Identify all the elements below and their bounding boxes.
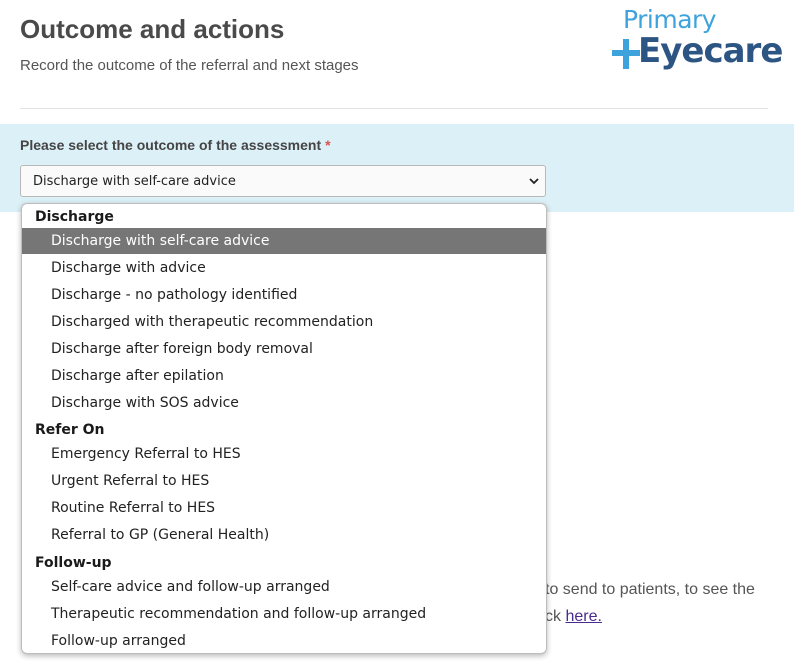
outcome-question-label: Please select the outcome of the assessm… bbox=[20, 137, 331, 153]
logo-text-primary: Primary bbox=[623, 5, 717, 34]
dropdown-option[interactable]: Follow-up arranged bbox=[22, 628, 546, 653]
dropdown-option[interactable]: Therapeutic recommendation and follow-up… bbox=[22, 601, 546, 627]
outcome-question-text: Please select the outcome of the assessm… bbox=[20, 137, 322, 153]
dropdown-option[interactable]: Discharge with SOS advice bbox=[22, 390, 546, 416]
header-divider bbox=[20, 108, 768, 109]
dropdown-option[interactable]: Urgent Referral to HES bbox=[22, 468, 546, 494]
outcome-dropdown-list: Discharge Discharge with self-care advice… bbox=[21, 203, 547, 654]
option-group-header: Discharge bbox=[35, 209, 114, 225]
dropdown-option[interactable]: Self-care advice and follow-up arranged bbox=[22, 574, 546, 600]
outcome-question-panel: Please select the outcome of the assessm… bbox=[0, 124, 794, 212]
dropdown-option[interactable]: Emergency Referral to HES bbox=[22, 441, 546, 467]
dropdown-option[interactable]: Discharged with therapeutic recommendati… bbox=[22, 309, 546, 335]
option-group-header: Refer On bbox=[35, 422, 105, 438]
here-link[interactable]: here. bbox=[565, 608, 601, 625]
background-info-line1: to send to patients, to see the bbox=[545, 581, 755, 598]
required-marker: * bbox=[325, 137, 331, 153]
dropdown-option[interactable]: Discharge - no pathology identified bbox=[22, 282, 546, 308]
dropdown-option[interactable]: Discharge after foreign body removal bbox=[22, 336, 546, 362]
background-info-line2: ck here. bbox=[545, 608, 602, 626]
background-info-prefix: ck bbox=[545, 608, 561, 625]
primary-eyecare-logo: Primary Eyecare bbox=[612, 5, 783, 77]
dropdown-option[interactable]: Discharge with advice bbox=[22, 255, 546, 281]
logo-text-eyecare: Eyecare bbox=[638, 31, 783, 71]
page-subtitle: Record the outcome of the referral and n… bbox=[20, 57, 359, 74]
page-title: Outcome and actions bbox=[20, 14, 285, 44]
dropdown-option[interactable]: Discharge with self-care advice bbox=[22, 228, 546, 254]
dropdown-option[interactable]: Routine Referral to HES bbox=[22, 495, 546, 521]
outcome-select-value: Discharge with self-care advice bbox=[33, 174, 236, 189]
outcome-select[interactable]: Discharge with self-care advice bbox=[20, 165, 546, 197]
dropdown-option[interactable]: Discharge after epilation bbox=[22, 363, 546, 389]
chevron-down-icon bbox=[529, 178, 539, 185]
dropdown-option[interactable]: Referral to GP (General Health) bbox=[22, 522, 546, 548]
option-group-header: Follow-up bbox=[35, 555, 112, 571]
